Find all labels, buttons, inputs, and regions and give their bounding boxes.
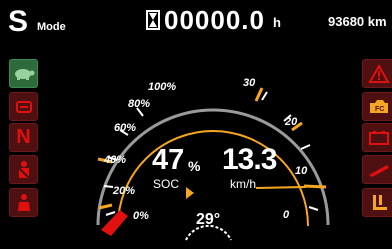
soc-unit: % — [188, 158, 201, 174]
speed-unit: km/h — [230, 177, 257, 191]
fault-code-icon: FC — [370, 99, 388, 113]
speed-tick-label: 10 — [295, 165, 308, 177]
soc-value: 47 — [152, 144, 185, 176]
seat-occupancy-icon — [17, 193, 30, 211]
speed-pointer — [256, 186, 306, 189]
general-warning-indicator[interactable] — [362, 59, 392, 88]
soc-tick-label: 100% — [148, 81, 176, 93]
temperature-warning-indicator[interactable] — [362, 155, 392, 184]
forks-indicator[interactable] — [362, 188, 392, 217]
battery-icon — [369, 130, 389, 145]
warning-triangle-icon — [368, 63, 390, 83]
neutral-gear-icon: N — [16, 126, 31, 148]
turtle-icon — [14, 68, 34, 80]
soc-tick-label: 20% — [112, 185, 135, 197]
seat-belt-icon — [17, 160, 30, 179]
soc-tick-label: 0% — [133, 210, 149, 222]
neutral-gear-indicator[interactable]: N — [9, 123, 38, 152]
parking-brake-indicator[interactable] — [9, 92, 38, 121]
temperature-warning-icon — [369, 164, 389, 177]
speed-tick-label: 20 — [284, 116, 298, 128]
parking-brake-icon — [15, 100, 32, 113]
seat-belt-indicator[interactable] — [9, 155, 38, 184]
speed-value: 13.3 — [222, 143, 277, 176]
temperature-value: 29° — [196, 211, 221, 228]
soc-marker-icon — [186, 187, 194, 199]
soc-label: SOC — [153, 177, 180, 191]
turtle-mode-indicator[interactable] — [9, 59, 38, 88]
soc-tick-label: 60% — [114, 122, 136, 134]
speed-tick-label: 0 — [283, 209, 290, 221]
soc-tick-label: 80% — [128, 98, 150, 110]
soc-tick-label: 40% — [103, 154, 126, 166]
dashboard-screen: S Mode 00000.0 h 93680 km 100% 80% 60% 4… — [0, 0, 392, 249]
fault-code-indicator[interactable]: FC — [362, 92, 392, 121]
battery-indicator[interactable] — [362, 123, 392, 152]
seat-occupancy-indicator[interactable] — [9, 188, 38, 217]
svg-text:FC: FC — [375, 106, 384, 113]
soc-low-segment — [101, 210, 128, 236]
speed-tick-label: 30 — [243, 77, 256, 89]
forks-icon — [373, 194, 387, 210]
